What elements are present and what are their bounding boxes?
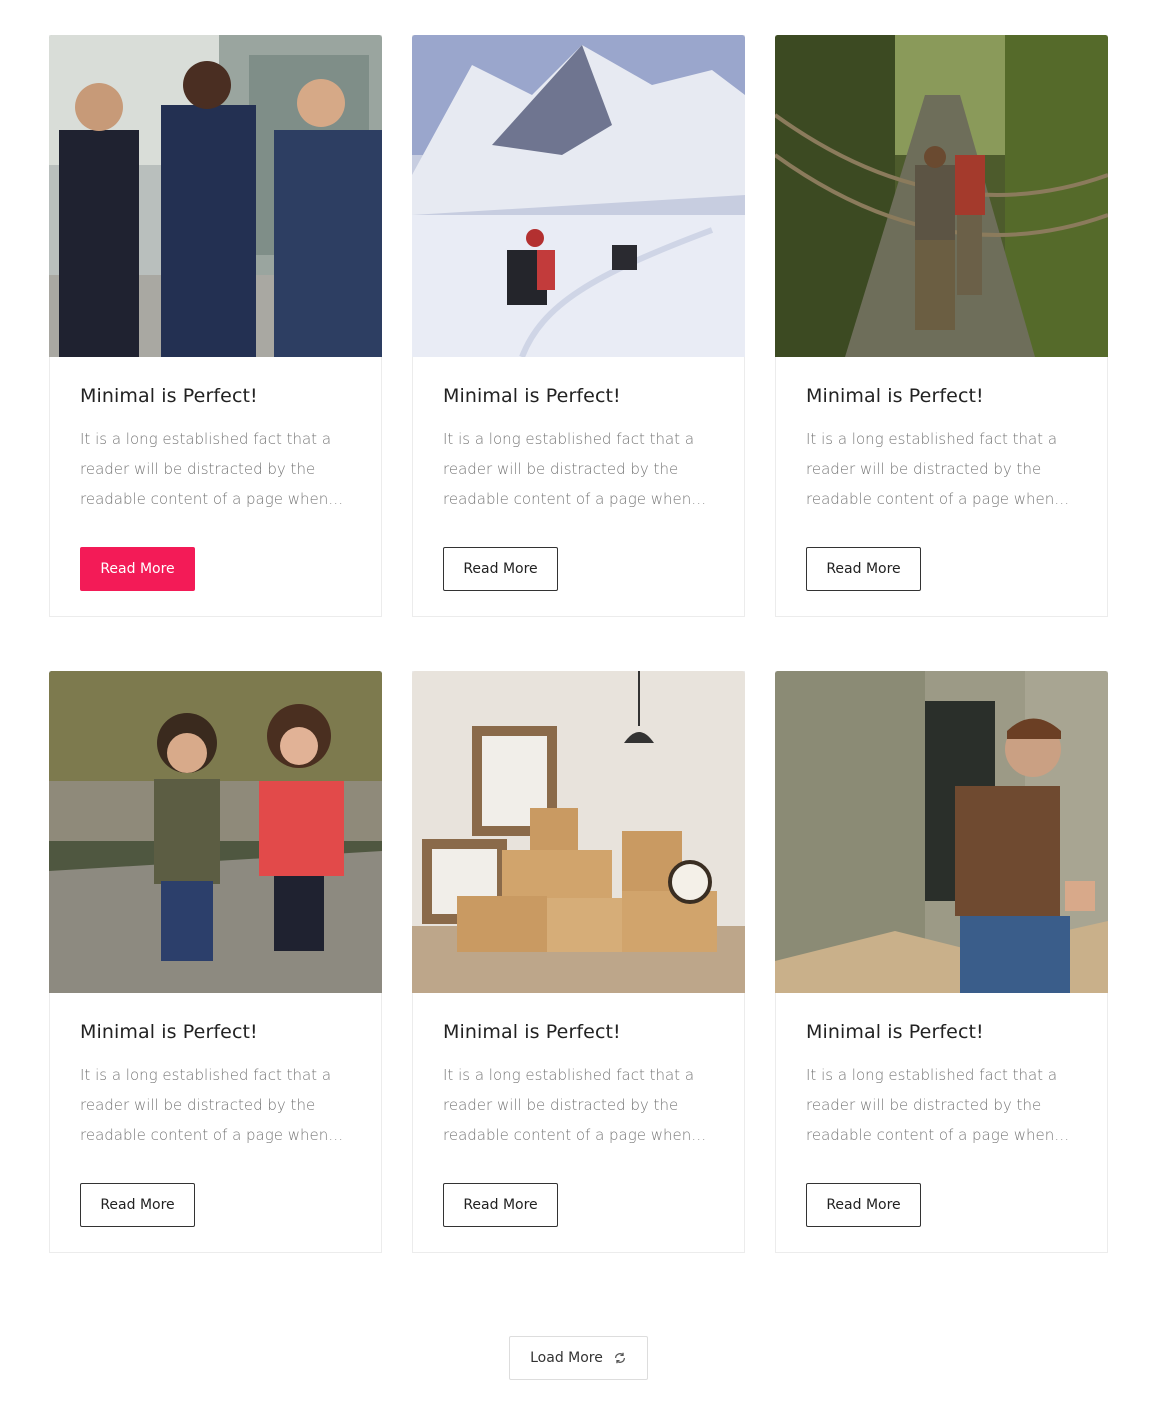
card-excerpt: It is a long established fact that a rea… bbox=[443, 1060, 707, 1150]
card-image[interactable] bbox=[49, 35, 382, 357]
excerpt-line: readable content of a page when… bbox=[80, 1126, 344, 1144]
blog-card: Minimal is Perfect! It is a long establi… bbox=[775, 35, 1108, 617]
excerpt-line: readable content of a page when… bbox=[443, 1126, 707, 1144]
refresh-icon bbox=[613, 1351, 627, 1365]
read-more-button[interactable]: Read More bbox=[80, 1183, 195, 1227]
excerpt-line: It is a long established fact that a bbox=[806, 430, 1058, 448]
read-more-button[interactable]: Read More bbox=[806, 547, 921, 591]
card-title: Minimal is Perfect! bbox=[806, 385, 984, 407]
excerpt-line: It is a long established fact that a bbox=[443, 430, 695, 448]
backpacker-cliffs-image bbox=[775, 671, 1108, 993]
card-excerpt: It is a long established fact that a rea… bbox=[80, 424, 344, 514]
read-more-button[interactable]: Read More bbox=[806, 1183, 921, 1227]
card-excerpt: It is a long established fact that a rea… bbox=[80, 1060, 344, 1150]
card-excerpt: It is a long established fact that a rea… bbox=[806, 424, 1070, 514]
card-excerpt: It is a long established fact that a rea… bbox=[806, 1060, 1070, 1150]
load-more-button[interactable]: Load More bbox=[509, 1336, 648, 1380]
card-title: Minimal is Perfect! bbox=[80, 1021, 258, 1043]
excerpt-line: reader will be distracted by the bbox=[806, 1096, 1042, 1114]
excerpt-line: It is a long established fact that a bbox=[80, 1066, 332, 1084]
moving-boxes-room-image bbox=[412, 671, 745, 993]
card-title: Minimal is Perfect! bbox=[443, 1021, 621, 1043]
excerpt-line: reader will be distracted by the bbox=[806, 460, 1042, 478]
card-image[interactable] bbox=[775, 671, 1108, 993]
excerpt-line: It is a long established fact that a bbox=[806, 1066, 1058, 1084]
card-title: Minimal is Perfect! bbox=[806, 1021, 984, 1043]
card-image[interactable] bbox=[412, 671, 745, 993]
blog-card: Minimal is Perfect! It is a long establi… bbox=[49, 35, 382, 617]
excerpt-line: readable content of a page when… bbox=[806, 490, 1070, 508]
card-excerpt: It is a long established fact that a rea… bbox=[443, 424, 707, 514]
blog-card: Minimal is Perfect! It is a long establi… bbox=[775, 671, 1108, 1253]
card-image[interactable] bbox=[412, 35, 745, 357]
two-children-walkway-image bbox=[49, 671, 382, 993]
excerpt-line: reader will be distracted by the bbox=[443, 460, 679, 478]
card-image[interactable] bbox=[49, 671, 382, 993]
excerpt-line: reader will be distracted by the bbox=[443, 1096, 679, 1114]
blog-card: Minimal is Perfect! It is a long establi… bbox=[412, 35, 745, 617]
excerpt-line: readable content of a page when… bbox=[80, 490, 344, 508]
excerpt-line: reader will be distracted by the bbox=[80, 460, 316, 478]
card-title: Minimal is Perfect! bbox=[80, 385, 258, 407]
read-more-button[interactable]: Read More bbox=[443, 547, 558, 591]
blog-card: Minimal is Perfect! It is a long establi… bbox=[49, 671, 382, 1253]
business-men-walking-image bbox=[49, 35, 382, 357]
card-image[interactable] bbox=[775, 35, 1108, 357]
read-more-button[interactable]: Read More bbox=[443, 1183, 558, 1227]
excerpt-line: readable content of a page when… bbox=[806, 1126, 1070, 1144]
rope-bridge-forest-image bbox=[775, 35, 1108, 357]
excerpt-line: readable content of a page when… bbox=[443, 490, 707, 508]
blog-card: Minimal is Perfect! It is a long establi… bbox=[412, 671, 745, 1253]
excerpt-line: reader will be distracted by the bbox=[80, 1096, 316, 1114]
snowy-mountain-hikers-image bbox=[412, 35, 745, 357]
excerpt-line: It is a long established fact that a bbox=[443, 1066, 695, 1084]
load-more-label: Load More bbox=[530, 1350, 603, 1366]
excerpt-line: It is a long established fact that a bbox=[80, 430, 332, 448]
read-more-button[interactable]: Read More bbox=[80, 547, 195, 591]
card-title: Minimal is Perfect! bbox=[443, 385, 621, 407]
